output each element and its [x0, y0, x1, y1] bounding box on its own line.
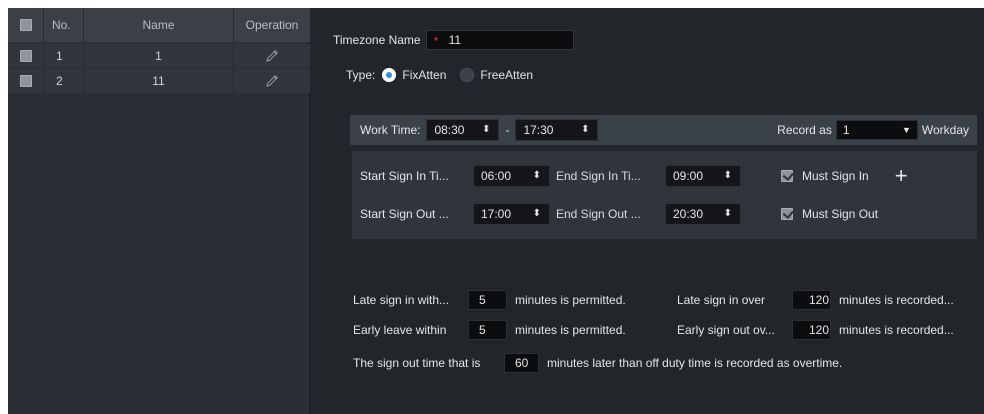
sign-out-row: Start Sign Out ... 17:00 ⬍ End Sign Out … — [352, 202, 977, 226]
start-sign-in-value: 06:00 — [481, 169, 512, 183]
start-sign-in-label: Start Sign In Ti... — [360, 169, 449, 183]
type-label: Type: — [346, 68, 376, 82]
header-operation: Operation — [245, 18, 299, 32]
work-time-to-spinner[interactable]: 17:30 ⬍ — [515, 119, 599, 141]
table-row[interactable]: 2 11 — [8, 69, 310, 93]
record-as-label: Record as — [777, 123, 832, 137]
work-time-label: Work Time: — [360, 123, 421, 137]
freeatten-radio[interactable] — [460, 68, 475, 82]
early-leave-label: Early leave within — [353, 323, 447, 337]
timezone-name-value: 11 — [448, 33, 462, 47]
end-sign-in-spinner[interactable]: 09:00 ⬍ — [665, 165, 741, 187]
table-header: No. Name Operation — [8, 8, 310, 42]
late-sign-in-over-label: Late sign in over — [677, 293, 766, 307]
header-no: No. — [44, 8, 84, 42]
work-time-bar: Work Time: 08:30 ⬍ - 17:30 ⬍ Record as 1… — [350, 115, 977, 145]
start-sign-in-spinner[interactable]: 06:00 ⬍ — [473, 165, 550, 187]
select-all-checkbox[interactable] — [19, 19, 32, 31]
end-sign-out-value: 20:30 — [673, 207, 704, 221]
work-time-to-value: 17:30 — [523, 123, 554, 137]
start-sign-out-value: 17:00 — [481, 207, 512, 221]
end-sign-out-spinner[interactable]: 20:30 ⬍ — [665, 203, 741, 225]
overtime-suffix-label: minutes later than off duty time is reco… — [547, 356, 843, 370]
start-sign-out-spinner[interactable]: 17:00 ⬍ — [473, 203, 550, 225]
work-time-from-value: 08:30 — [434, 123, 465, 137]
sign-rules-box: Start Sign In Ti... 06:00 ⬍ End Sign In … — [352, 151, 977, 239]
row-checkbox[interactable] — [19, 50, 32, 62]
early-leave-input[interactable]: 5 — [468, 320, 507, 340]
dropdown-caret-icon: ▼ — [901, 125, 911, 135]
recorded-text: minutes is recorded... — [839, 293, 954, 307]
timezone-name-input[interactable]: * 11 — [425, 30, 574, 50]
edit-pencil-icon[interactable] — [264, 48, 280, 64]
overtime-input[interactable]: 60 — [504, 353, 539, 373]
fixatten-radio[interactable] — [382, 68, 397, 82]
early-leave-row: Early leave within 5 minutes is permitte… — [353, 319, 954, 341]
late-sign-in-label: Late sign in with... — [353, 293, 450, 307]
workday-label: Workday — [921, 123, 969, 137]
row-checkbox[interactable] — [19, 75, 32, 87]
must-sign-out-label: Must Sign Out — [802, 207, 879, 221]
timezone-settings-window: No. Name Operation 1 1 2 11 Timezone Nam… — [8, 8, 984, 414]
spinner-arrows-icon[interactable]: ⬍ — [581, 125, 589, 135]
row-no: 1 — [44, 44, 84, 68]
record-as-select[interactable]: 1 ▼ — [835, 120, 918, 140]
end-sign-in-label: End Sign In Ti... — [556, 169, 641, 183]
spinner-arrows-icon[interactable]: ⬍ — [724, 171, 732, 181]
type-row: Type: FixAtten FreeAtten — [346, 68, 533, 82]
recorded-text: minutes is recorded... — [839, 323, 954, 337]
start-sign-out-label: Start Sign Out ... — [360, 207, 449, 221]
row-name: 11 — [84, 69, 234, 93]
required-mark: * — [433, 34, 439, 48]
end-sign-in-value: 09:00 — [673, 169, 704, 183]
late-sign-in-input[interactable]: 5 — [468, 290, 507, 310]
permitted-text: minutes is permitted. — [515, 293, 626, 307]
early-sign-out-label: Early sign out ov... — [677, 323, 775, 337]
timezone-table: No. Name Operation 1 1 2 11 — [8, 8, 310, 414]
record-as-value: 1 — [842, 123, 850, 137]
header-name: Name — [84, 8, 234, 42]
record-as-group: Record as 1 ▼ Workday — [767, 115, 977, 145]
edit-pencil-icon[interactable] — [264, 73, 280, 89]
row-no: 2 — [44, 69, 84, 93]
must-sign-out-checkbox[interactable] — [781, 208, 793, 220]
overtime-row: The sign out time that is 60 minutes lat… — [353, 352, 842, 374]
work-time-separator: - — [505, 123, 510, 137]
timezone-detail-panel: Timezone Name * 11 Type: FixAtten FreeAt… — [311, 8, 984, 414]
spinner-arrows-icon[interactable]: ⬍ — [724, 209, 732, 219]
work-time-from-spinner[interactable]: 08:30 ⬍ — [426, 119, 500, 141]
early-sign-out-input[interactable]: 120 — [792, 320, 831, 340]
row-name: 1 — [84, 44, 234, 68]
late-sign-in-over-input[interactable]: 120 — [792, 290, 831, 310]
end-sign-out-label: End Sign Out ... — [556, 207, 641, 221]
must-sign-in-checkbox[interactable] — [781, 170, 793, 182]
spinner-arrows-icon[interactable]: ⬍ — [482, 125, 490, 135]
table-row[interactable]: 1 1 — [8, 44, 310, 68]
add-rule-plus-icon[interactable]: + — [895, 165, 908, 187]
must-sign-in-label: Must Sign In — [802, 169, 869, 183]
sign-in-row: Start Sign In Ti... 06:00 ⬍ End Sign In … — [352, 164, 977, 188]
overtime-prefix-label: The sign out time that is — [353, 356, 481, 370]
permitted-text: minutes is permitted. — [515, 323, 626, 337]
late-sign-in-row: Late sign in with... 5 minutes is permit… — [353, 289, 954, 311]
freeatten-label: FreeAtten — [480, 68, 534, 82]
spinner-arrows-icon[interactable]: ⬍ — [533, 171, 541, 181]
timezone-name-label: Timezone Name — [333, 33, 421, 47]
fixatten-label: FixAtten — [402, 68, 447, 82]
timezone-name-row: Timezone Name * 11 — [333, 30, 574, 50]
spinner-arrows-icon[interactable]: ⬍ — [533, 209, 541, 219]
